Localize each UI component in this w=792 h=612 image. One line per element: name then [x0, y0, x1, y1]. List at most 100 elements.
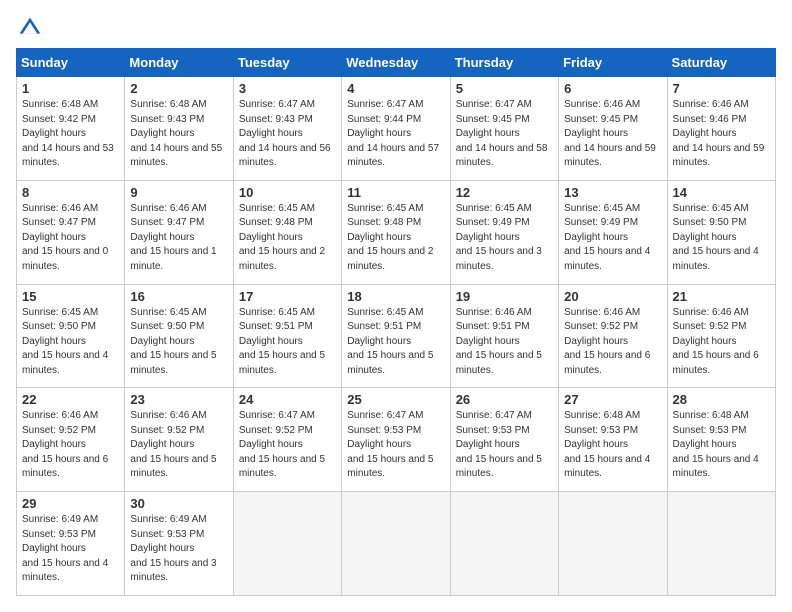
day-number: 3 [239, 81, 336, 96]
calendar-day-cell: 21 Sunrise: 6:46 AM Sunset: 9:52 PM Dayl… [667, 284, 775, 388]
calendar-day-cell: 9 Sunrise: 6:46 AM Sunset: 9:47 PM Dayli… [125, 180, 233, 284]
calendar-day-cell: 2 Sunrise: 6:48 AM Sunset: 9:43 PM Dayli… [125, 77, 233, 181]
day-info: Sunrise: 6:48 AM Sunset: 9:53 PM Dayligh… [564, 409, 661, 482]
day-info: Sunrise: 6:49 AM Sunset: 9:53 PM Dayligh… [22, 513, 119, 586]
day-info: Sunrise: 6:48 AM Sunset: 9:53 PM Dayligh… [673, 409, 770, 482]
weekday-header-row: SundayMondayTuesdayWednesdayThursdayFrid… [17, 49, 776, 77]
day-number: 23 [130, 392, 227, 407]
calendar-day-cell: 22 Sunrise: 6:46 AM Sunset: 9:52 PM Dayl… [17, 388, 125, 492]
day-info: Sunrise: 6:46 AM Sunset: 9:52 PM Dayligh… [564, 306, 661, 379]
day-info: Sunrise: 6:46 AM Sunset: 9:52 PM Dayligh… [22, 409, 119, 482]
calendar-day-cell: 19 Sunrise: 6:46 AM Sunset: 9:51 PM Dayl… [450, 284, 558, 388]
day-info: Sunrise: 6:45 AM Sunset: 9:49 PM Dayligh… [456, 202, 553, 275]
day-number: 16 [130, 289, 227, 304]
calendar-day-cell: 4 Sunrise: 6:47 AM Sunset: 9:44 PM Dayli… [342, 77, 450, 181]
day-number: 28 [673, 392, 770, 407]
calendar-week-row: 15 Sunrise: 6:45 AM Sunset: 9:50 PM Dayl… [17, 284, 776, 388]
day-number: 6 [564, 81, 661, 96]
day-number: 5 [456, 81, 553, 96]
calendar-day-cell [342, 492, 450, 596]
calendar-day-cell: 30 Sunrise: 6:49 AM Sunset: 9:53 PM Dayl… [125, 492, 233, 596]
calendar-table: SundayMondayTuesdayWednesdayThursdayFrid… [16, 48, 776, 596]
calendar-day-cell: 7 Sunrise: 6:46 AM Sunset: 9:46 PM Dayli… [667, 77, 775, 181]
weekday-header-tuesday: Tuesday [233, 49, 341, 77]
calendar-day-cell: 13 Sunrise: 6:45 AM Sunset: 9:49 PM Dayl… [559, 180, 667, 284]
day-info: Sunrise: 6:47 AM Sunset: 9:53 PM Dayligh… [347, 409, 444, 482]
weekday-header-thursday: Thursday [450, 49, 558, 77]
calendar-day-cell: 8 Sunrise: 6:46 AM Sunset: 9:47 PM Dayli… [17, 180, 125, 284]
day-number: 9 [130, 185, 227, 200]
day-info: Sunrise: 6:46 AM Sunset: 9:51 PM Dayligh… [456, 306, 553, 379]
day-number: 10 [239, 185, 336, 200]
calendar-day-cell: 3 Sunrise: 6:47 AM Sunset: 9:43 PM Dayli… [233, 77, 341, 181]
day-number: 15 [22, 289, 119, 304]
day-info: Sunrise: 6:45 AM Sunset: 9:50 PM Dayligh… [130, 306, 227, 379]
day-info: Sunrise: 6:45 AM Sunset: 9:48 PM Dayligh… [239, 202, 336, 275]
day-info: Sunrise: 6:47 AM Sunset: 9:44 PM Dayligh… [347, 98, 444, 171]
day-number: 20 [564, 289, 661, 304]
page: SundayMondayTuesdayWednesdayThursdayFrid… [0, 0, 792, 612]
calendar-day-cell: 17 Sunrise: 6:45 AM Sunset: 9:51 PM Dayl… [233, 284, 341, 388]
day-info: Sunrise: 6:47 AM Sunset: 9:45 PM Dayligh… [456, 98, 553, 171]
calendar-week-row: 8 Sunrise: 6:46 AM Sunset: 9:47 PM Dayli… [17, 180, 776, 284]
day-info: Sunrise: 6:46 AM Sunset: 9:52 PM Dayligh… [673, 306, 770, 379]
day-info: Sunrise: 6:47 AM Sunset: 9:43 PM Dayligh… [239, 98, 336, 171]
day-number: 29 [22, 496, 119, 511]
calendar-week-row: 22 Sunrise: 6:46 AM Sunset: 9:52 PM Dayl… [17, 388, 776, 492]
day-info: Sunrise: 6:46 AM Sunset: 9:47 PM Dayligh… [22, 202, 119, 275]
day-info: Sunrise: 6:45 AM Sunset: 9:51 PM Dayligh… [239, 306, 336, 379]
day-info: Sunrise: 6:46 AM Sunset: 9:45 PM Dayligh… [564, 98, 661, 171]
day-number: 1 [22, 81, 119, 96]
day-number: 12 [456, 185, 553, 200]
calendar-day-cell: 18 Sunrise: 6:45 AM Sunset: 9:51 PM Dayl… [342, 284, 450, 388]
calendar-week-row: 1 Sunrise: 6:48 AM Sunset: 9:42 PM Dayli… [17, 77, 776, 181]
day-info: Sunrise: 6:46 AM Sunset: 9:52 PM Dayligh… [130, 409, 227, 482]
calendar-day-cell: 16 Sunrise: 6:45 AM Sunset: 9:50 PM Dayl… [125, 284, 233, 388]
logo [16, 16, 46, 40]
calendar-day-cell: 25 Sunrise: 6:47 AM Sunset: 9:53 PM Dayl… [342, 388, 450, 492]
calendar-day-cell: 24 Sunrise: 6:47 AM Sunset: 9:52 PM Dayl… [233, 388, 341, 492]
weekday-header-saturday: Saturday [667, 49, 775, 77]
calendar-day-cell: 6 Sunrise: 6:46 AM Sunset: 9:45 PM Dayli… [559, 77, 667, 181]
day-number: 4 [347, 81, 444, 96]
day-info: Sunrise: 6:46 AM Sunset: 9:46 PM Dayligh… [673, 98, 770, 171]
weekday-header-friday: Friday [559, 49, 667, 77]
day-info: Sunrise: 6:47 AM Sunset: 9:52 PM Dayligh… [239, 409, 336, 482]
calendar-day-cell: 20 Sunrise: 6:46 AM Sunset: 9:52 PM Dayl… [559, 284, 667, 388]
logo-icon [18, 16, 42, 40]
day-info: Sunrise: 6:45 AM Sunset: 9:50 PM Dayligh… [673, 202, 770, 275]
calendar-day-cell [667, 492, 775, 596]
day-info: Sunrise: 6:48 AM Sunset: 9:42 PM Dayligh… [22, 98, 119, 171]
calendar-day-cell: 28 Sunrise: 6:48 AM Sunset: 9:53 PM Dayl… [667, 388, 775, 492]
calendar-day-cell: 11 Sunrise: 6:45 AM Sunset: 9:48 PM Dayl… [342, 180, 450, 284]
day-info: Sunrise: 6:48 AM Sunset: 9:43 PM Dayligh… [130, 98, 227, 171]
day-info: Sunrise: 6:45 AM Sunset: 9:48 PM Dayligh… [347, 202, 444, 275]
calendar-day-cell [233, 492, 341, 596]
day-number: 19 [456, 289, 553, 304]
day-info: Sunrise: 6:49 AM Sunset: 9:53 PM Dayligh… [130, 513, 227, 586]
calendar-day-cell: 27 Sunrise: 6:48 AM Sunset: 9:53 PM Dayl… [559, 388, 667, 492]
calendar-day-cell: 10 Sunrise: 6:45 AM Sunset: 9:48 PM Dayl… [233, 180, 341, 284]
calendar-day-cell: 29 Sunrise: 6:49 AM Sunset: 9:53 PM Dayl… [17, 492, 125, 596]
calendar-day-cell: 1 Sunrise: 6:48 AM Sunset: 9:42 PM Dayli… [17, 77, 125, 181]
day-number: 11 [347, 185, 444, 200]
day-number: 24 [239, 392, 336, 407]
day-number: 27 [564, 392, 661, 407]
calendar-day-cell: 14 Sunrise: 6:45 AM Sunset: 9:50 PM Dayl… [667, 180, 775, 284]
calendar-day-cell: 12 Sunrise: 6:45 AM Sunset: 9:49 PM Dayl… [450, 180, 558, 284]
day-info: Sunrise: 6:45 AM Sunset: 9:51 PM Dayligh… [347, 306, 444, 379]
day-number: 7 [673, 81, 770, 96]
day-number: 14 [673, 185, 770, 200]
weekday-header-monday: Monday [125, 49, 233, 77]
weekday-header-sunday: Sunday [17, 49, 125, 77]
day-number: 2 [130, 81, 227, 96]
day-number: 17 [239, 289, 336, 304]
day-number: 8 [22, 185, 119, 200]
calendar-day-cell: 15 Sunrise: 6:45 AM Sunset: 9:50 PM Dayl… [17, 284, 125, 388]
day-number: 30 [130, 496, 227, 511]
day-number: 25 [347, 392, 444, 407]
calendar-day-cell: 5 Sunrise: 6:47 AM Sunset: 9:45 PM Dayli… [450, 77, 558, 181]
day-info: Sunrise: 6:47 AM Sunset: 9:53 PM Dayligh… [456, 409, 553, 482]
day-info: Sunrise: 6:45 AM Sunset: 9:49 PM Dayligh… [564, 202, 661, 275]
weekday-header-wednesday: Wednesday [342, 49, 450, 77]
